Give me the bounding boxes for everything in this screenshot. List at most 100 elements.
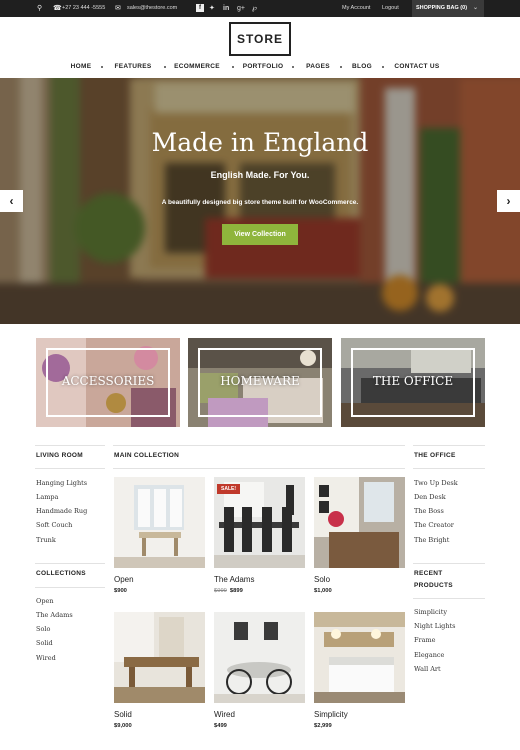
product-price-open: $900 — [114, 588, 127, 594]
link-night-lights[interactable]: Night Lights — [414, 622, 455, 630]
link-simplicity[interactable]: Simplicity — [414, 608, 447, 616]
category-label: HOMEWARE — [220, 374, 300, 388]
my-account-link[interactable]: My Account — [342, 0, 370, 17]
shopping-bag-label: SHOPPING BAG (0) — [416, 5, 468, 11]
divider — [35, 445, 105, 446]
category-homeware[interactable]: HOMEWARE — [188, 338, 332, 427]
product-photo — [314, 477, 405, 568]
link-elegance[interactable]: Elegance — [414, 651, 444, 659]
sale-badge: SALE! — [217, 484, 240, 494]
link-two-up-desk[interactable]: Two Up Desk — [414, 479, 458, 487]
link-hanging-lights[interactable]: Hanging Lights — [36, 479, 87, 487]
divider — [413, 563, 485, 564]
product-name-wired[interactable]: Wired — [214, 710, 235, 719]
search-icon[interactable]: ⚲ — [37, 0, 42, 17]
collections-heading: COLLECTIONS — [36, 570, 86, 577]
divider — [113, 445, 405, 446]
link-the-creator[interactable]: The Creator — [414, 521, 454, 529]
divider — [35, 587, 105, 588]
hero-subtitle: English Made. For You. — [210, 170, 310, 180]
product-name-open[interactable]: Open — [114, 575, 134, 584]
product-name-the-adams[interactable]: The Adams — [214, 575, 254, 584]
nav-separator — [232, 66, 234, 68]
main-collection-heading: MAIN COLLECTION — [114, 452, 180, 459]
twitter-icon[interactable]: ✦ — [209, 0, 215, 17]
product-price-simplicity: $2,999 — [314, 723, 332, 729]
old-price: $999 — [214, 588, 227, 594]
product-photo — [314, 612, 405, 703]
nav-pages[interactable]: PAGES — [306, 60, 330, 74]
link-solid[interactable]: Solid — [36, 639, 53, 647]
hero-title: Made in England — [151, 128, 369, 157]
nav-separator — [382, 66, 384, 68]
price: $499 — [214, 723, 227, 729]
product-image-solid[interactable] — [114, 612, 205, 703]
product-name-solo[interactable]: Solo — [314, 575, 330, 584]
top-bar: ⚲ ☎ +27 23 444 -5555 ✉ sales@thestore.co… — [0, 0, 520, 17]
nav-separator — [340, 66, 342, 68]
divider — [413, 598, 485, 599]
nav-ecommerce[interactable]: ECOMMERCE — [174, 60, 220, 74]
link-wall-art[interactable]: Wall Art — [414, 665, 441, 673]
nav-home[interactable]: HOME — [71, 60, 92, 74]
shopping-bag-button[interactable]: SHOPPING BAG (0) ⌄ — [412, 0, 484, 17]
site-logo[interactable]: STORE — [229, 22, 291, 56]
facebook-icon[interactable]: f — [196, 4, 204, 12]
product-name-simplicity[interactable]: Simplicity — [314, 710, 348, 719]
product-photo — [114, 612, 205, 703]
product-price-solid: $9,000 — [114, 723, 132, 729]
product-price-solo: $1,000 — [314, 588, 332, 594]
view-collection-button[interactable]: View Collection — [222, 224, 298, 245]
product-image-open[interactable] — [114, 477, 205, 568]
product-image-wired[interactable] — [214, 612, 305, 703]
phone-number: +27 23 444 -5555 — [62, 5, 106, 11]
price: $9,000 — [114, 723, 132, 729]
category-accessories[interactable]: ACCESSORIES — [36, 338, 180, 427]
price: $900 — [114, 588, 127, 594]
nav-portfolio[interactable]: PORTFOLIO — [243, 60, 284, 74]
link-the-bright[interactable]: The Bright — [414, 536, 449, 544]
link-den-desk[interactable]: Den Desk — [414, 493, 446, 501]
divider — [413, 445, 485, 446]
link-the-adams[interactable]: The Adams — [36, 611, 73, 619]
divider — [113, 468, 405, 469]
pinterest-icon[interactable]: ℘ — [252, 0, 257, 17]
nav-contact-us[interactable]: CONTACT US — [394, 60, 439, 74]
hero-description: A beautifully designed big store theme b… — [161, 199, 359, 206]
linkedin-icon[interactable]: in — [223, 0, 229, 17]
chevron-down-icon: ⌄ — [472, 5, 478, 11]
divider — [413, 468, 485, 469]
category-the-office[interactable]: THE OFFICE — [341, 338, 485, 427]
nav-features[interactable]: FEATURES — [115, 60, 152, 74]
product-image-simplicity[interactable] — [314, 612, 405, 703]
product-photo — [214, 612, 305, 703]
googleplus-icon[interactable]: g+ — [237, 0, 245, 17]
chevron-right-icon[interactable]: › — [497, 190, 520, 212]
category-label: ACCESSORIES — [61, 374, 155, 388]
product-photo — [114, 477, 205, 568]
product-name-solid[interactable]: Solid — [114, 710, 132, 719]
link-handmade-rug[interactable]: Handmade Rug — [36, 507, 87, 515]
email-address[interactable]: sales@thestore.com — [127, 0, 177, 17]
link-the-boss[interactable]: The Boss — [414, 507, 444, 515]
link-frame[interactable]: Frame — [414, 636, 436, 644]
product-image-the-adams[interactable]: SALE! — [214, 477, 305, 568]
link-open[interactable]: Open — [36, 597, 54, 605]
product-price-the-adams: $999 $899 — [214, 588, 243, 594]
the-office-heading: THE OFFICE — [414, 452, 456, 459]
hero-slider: Made in England English Made. For You. A… — [0, 78, 520, 324]
link-trunk[interactable]: Trunk — [36, 536, 56, 544]
link-solo[interactable]: Solo — [36, 625, 50, 633]
price: $1,000 — [314, 588, 332, 594]
link-soft-couch[interactable]: Soft Couch — [36, 521, 72, 529]
mail-icon: ✉ — [115, 5, 121, 12]
link-lampa[interactable]: Lampa — [36, 493, 58, 501]
price: $899 — [229, 588, 243, 594]
price: $2,999 — [314, 723, 332, 729]
product-image-solo[interactable] — [314, 477, 405, 568]
logout-link[interactable]: Logout — [382, 0, 399, 17]
chevron-left-icon[interactable]: ‹ — [0, 190, 23, 212]
category-label: THE OFFICE — [372, 374, 454, 388]
link-wired[interactable]: Wired — [36, 654, 56, 662]
nav-blog[interactable]: BLOG — [352, 60, 372, 74]
